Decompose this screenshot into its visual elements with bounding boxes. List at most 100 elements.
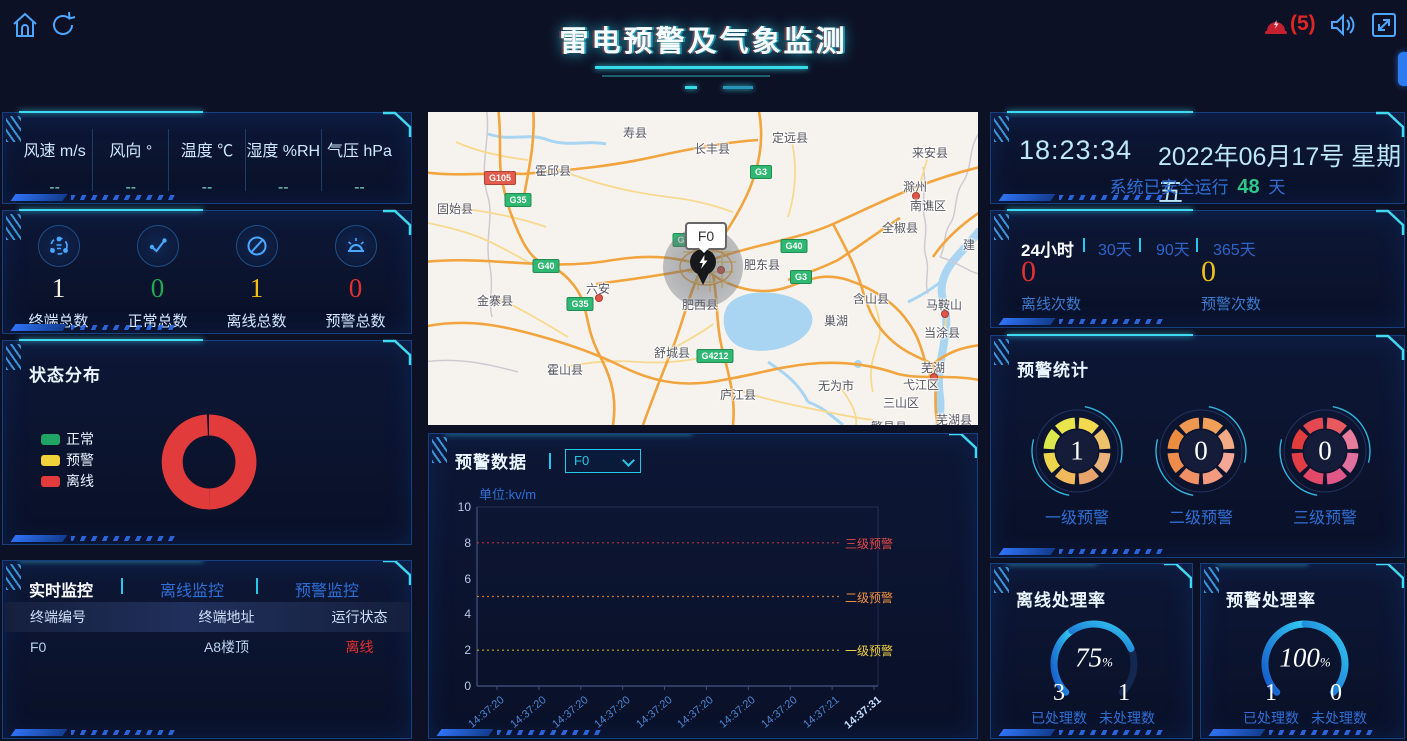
period-stat-label: 离线次数 [1021, 293, 1081, 314]
panel-bottom-stripe [1207, 729, 1377, 736]
markline-label: 二级预警 [845, 589, 893, 606]
panel-corner-accent [1164, 563, 1193, 588]
alarm-icon[interactable] [1264, 13, 1288, 37]
uptime-suffix: 天 [1268, 178, 1285, 197]
road-badge-G4212: G4212 [696, 349, 733, 363]
y-axis-tick: 8 [443, 536, 471, 550]
panel-hatch-decor [6, 564, 21, 590]
map-place-label: 当涂县 [924, 324, 960, 341]
volume-icon[interactable] [1328, 11, 1356, 39]
panel-corner-accent [1376, 209, 1406, 235]
page-title: 雷电预警及气象监测 [0, 18, 1407, 60]
warning-pending-label: 未处理数 [1311, 708, 1367, 728]
period-tab-90天[interactable]: 90天 [1156, 236, 1190, 260]
map-place-label: 金寨县 [477, 292, 513, 309]
weather-metric: 风向 °-- [93, 129, 169, 191]
stripe-solid [437, 729, 494, 736]
total-stat: 1离线总数 [207, 225, 306, 331]
legend-label: 预警 [66, 450, 94, 470]
warning-gauges: 1一级预警0二级预警0三级预警 [991, 336, 1404, 557]
stripe-dashes [1059, 319, 1167, 324]
legend-swatch [41, 455, 60, 466]
panel-top-accent [1007, 209, 1193, 211]
stripe-solid [11, 194, 68, 201]
panel-hatch-decor [994, 214, 1009, 240]
panel-period-stats: 24小时30天90天365天 0离线次数0预警次数 [990, 210, 1405, 328]
weather-metric-label: 风向 ° [93, 137, 168, 161]
monitor-tab-1[interactable]: 实时监控 [29, 577, 93, 601]
tab-separator [1139, 238, 1141, 252]
panel-top-accent [19, 339, 203, 341]
alarm-count[interactable]: (5) [1290, 12, 1316, 36]
road-badge-G40: G40 [532, 259, 559, 273]
map-marker-label[interactable]: F0 [685, 222, 727, 250]
weather-metric: 温度 ℃-- [169, 129, 245, 191]
period-tab-30天[interactable]: 30天 [1098, 236, 1132, 260]
map-place-label: 三山区 [883, 394, 919, 411]
panel-warning-stats: 预警统计 1一级预警0二级预警0三级预警 [990, 335, 1405, 558]
panel-warning-rate: 预警处理率 100% 1 0 已处理数 未处理数 [1200, 563, 1405, 739]
total-stat-label: 预警总数 [306, 310, 405, 331]
panel-offline-rate: 离线处理率 75% 3 1 已处理数 未处理数 [990, 563, 1193, 739]
weather-metric-value: -- [322, 179, 397, 197]
panel-totals: 1终端总数0正常总数1离线总数0预警总数 [2, 210, 412, 334]
stripe-dashes [71, 195, 179, 200]
panel-hatch-decor [994, 116, 1009, 142]
legend-item-预警[interactable]: 预警 [41, 450, 94, 470]
total-stat: 1终端总数 [9, 225, 108, 331]
weather-metric: 风速 m/s-- [17, 129, 93, 191]
map-canvas[interactable]: 寿县长丰县定远县来安县霍邱县滁州南谯区固始县全椒县肥东县肥西县金寨县六安舒城县霍… [428, 112, 978, 425]
period-stat-label: 预警次数 [1201, 293, 1261, 314]
panel-clock: 18:23:34 2022年06月17号 星期五 系统已安全运行 48 天 [990, 112, 1405, 204]
panel-corner-accent [1376, 334, 1406, 360]
stripe-solid [999, 318, 1056, 325]
map-place-label: 寿县 [623, 124, 647, 141]
map-place-label: 芜湖县 [936, 411, 972, 425]
panel-monitor: 实时监控离线监控预警监控 终端编号终端地址运行状态 F0A8楼顶离线 [2, 560, 412, 739]
gauge-value: 0 [1318, 436, 1332, 467]
panel-hatch-decor [994, 567, 1009, 593]
monitor-tab-2[interactable]: 离线监控 [160, 577, 224, 601]
stripe-dashes [71, 730, 179, 735]
title-dash-small [685, 86, 697, 89]
road-badge-G35: G35 [504, 193, 531, 207]
stripe-dashes [1059, 549, 1167, 554]
monitor-tab-3[interactable]: 预警监控 [295, 577, 359, 601]
side-float-button[interactable] [1398, 52, 1407, 86]
road-badge-G105: G105 [484, 171, 516, 185]
road-badge-G3: G3 [750, 165, 772, 179]
panel-bottom-stripe [997, 194, 1167, 201]
road-badge-G35: G35 [566, 297, 593, 311]
table-row[interactable]: F0A8楼顶离线 [4, 632, 410, 662]
map-place-label: 巢湖 [824, 312, 848, 329]
map-place-label: 含山县 [853, 290, 889, 307]
fullscreen-icon[interactable] [1370, 11, 1398, 39]
weather-metric-value: -- [246, 179, 321, 197]
map-place-label: 来安县 [912, 144, 948, 161]
map-place-label: 全椒县 [882, 219, 918, 236]
warning-pending-value: 0 [1330, 680, 1342, 707]
weather-metric-value: -- [169, 179, 244, 197]
gauge-label[interactable]: 三级预警 [1293, 504, 1357, 528]
panel-corner-accent [383, 560, 412, 585]
monitor-col-header: 终端地址 [144, 607, 309, 627]
offline-pending-value: 1 [1118, 680, 1130, 707]
legend-item-正常[interactable]: 正常 [41, 429, 94, 449]
uptime-days: 48 [1237, 176, 1259, 198]
chart-text-layer: 0246810三级预警二级预警一级预警14:37:2014:37:2014:37… [429, 434, 977, 738]
total-stat-label: 离线总数 [207, 310, 306, 331]
map-place-label: 南谯区 [910, 197, 946, 214]
weather-metric-label: 风速 m/s [17, 137, 92, 161]
period-tab-365天[interactable]: 365天 [1213, 236, 1256, 260]
status-panel-title: 状态分布 [29, 361, 101, 386]
tab-separator [1196, 238, 1198, 252]
slash-circle-icon [236, 225, 278, 267]
weather-metric-label: 湿度 %RH [246, 137, 321, 161]
tab-separator [121, 578, 123, 594]
panel-hatch-decor [6, 344, 21, 370]
panel-corner-accent [383, 209, 413, 235]
legend-item-离线[interactable]: 离线 [41, 471, 94, 491]
map-place-label: 长丰县 [694, 140, 730, 157]
markline-label: 一级预警 [845, 642, 893, 659]
stripe-dashes [1059, 730, 1167, 735]
